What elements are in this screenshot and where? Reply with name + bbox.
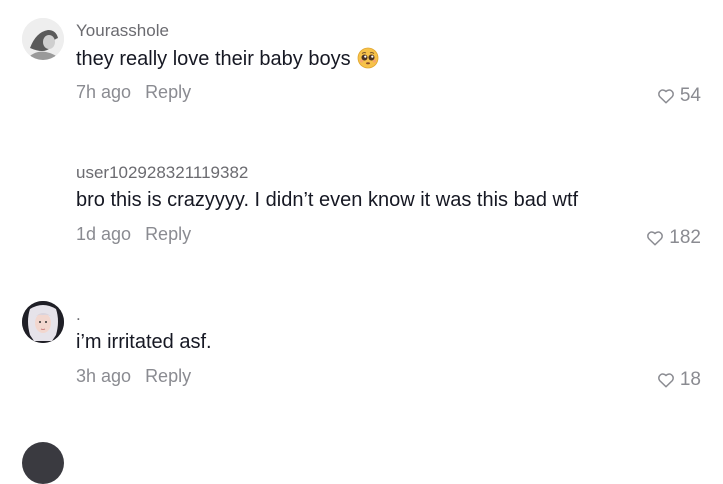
heart-outline-icon <box>657 373 674 388</box>
like-button[interactable]: 18 <box>657 369 701 391</box>
like-count: 18 <box>679 369 701 390</box>
reply-button[interactable]: Reply <box>145 366 191 386</box>
comment-text: they really love their baby boys <box>76 48 351 70</box>
avatar-image <box>22 18 64 60</box>
comment-text: bro this is crazyyyy. I didn’t even know… <box>76 189 579 211</box>
comment-meta: 1d ago Reply <box>76 224 191 245</box>
like-count: 54 <box>679 85 701 106</box>
comment-time: 3h ago <box>76 366 132 386</box>
comment-username[interactable]: Yourasshole <box>76 21 169 41</box>
comment-time: 7h ago <box>76 82 132 102</box>
heart-outline-icon <box>657 89 674 104</box>
like-count: 182 <box>669 227 701 248</box>
avatar[interactable] <box>22 442 64 484</box>
like-button[interactable]: 182 <box>646 227 701 249</box>
reply-button[interactable]: Reply <box>145 82 191 102</box>
comment-username[interactable]: . <box>76 305 81 325</box>
comment-meta: 3h ago Reply <box>76 366 191 387</box>
comment-text-row: they really love their baby boys <box>76 47 379 71</box>
comment-text: i’m irritated asf. <box>76 331 212 353</box>
avatar[interactable] <box>22 301 64 343</box>
comment-meta: 7h ago Reply <box>76 82 191 103</box>
avatar-image <box>22 301 64 343</box>
like-button[interactable]: 54 <box>657 85 701 107</box>
avatar[interactable] <box>22 18 64 60</box>
pleading-face-emoji-icon <box>357 47 378 69</box>
comment-username[interactable]: user102928321119382 <box>76 163 248 183</box>
comment-time: 1d ago <box>76 224 132 244</box>
heart-outline-icon <box>647 231 664 246</box>
reply-button[interactable]: Reply <box>145 224 191 244</box>
